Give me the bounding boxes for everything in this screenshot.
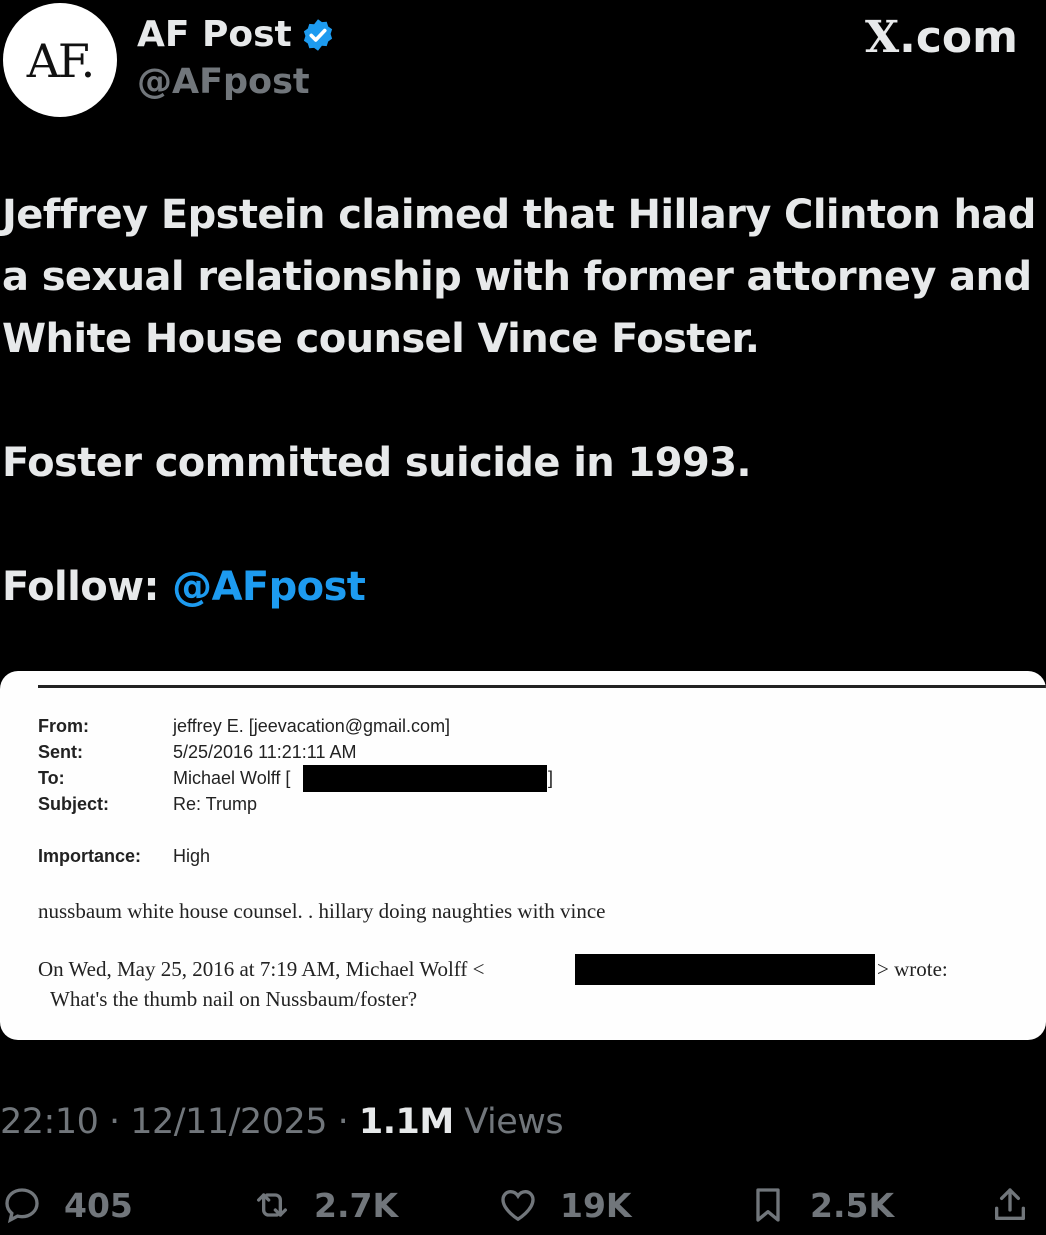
from-label: From:: [38, 716, 89, 736]
post-follow-line: Follow: @AFpost: [2, 556, 1042, 618]
redaction-bar-quote: [575, 954, 875, 985]
views-count: 1.1M: [358, 1102, 454, 1142]
avatar-logo-text: AF.: [26, 34, 96, 88]
quote-header-prefix: On Wed, May 25, 2016 at 7:19 AM, Michael…: [38, 957, 485, 981]
follow-mention-link[interactable]: @AFpost: [172, 564, 366, 610]
share-icon: [995, 1188, 1025, 1220]
subject-label: Subject:: [38, 794, 110, 814]
repost-count: 2.7K: [314, 1185, 399, 1225]
quote-header-suffix: > wrote:: [877, 957, 948, 981]
attached-email-image[interactable]: From: jeffrey E. [jeevacation@gmail.com]…: [0, 671, 1046, 1040]
bookmark-icon: [756, 1188, 780, 1222]
bookmark-count: 2.5K: [810, 1185, 895, 1225]
post-time[interactable]: 22:10: [0, 1102, 99, 1142]
reply-count: 405: [64, 1185, 133, 1225]
verified-badge-icon: [303, 18, 332, 51]
like-count: 19K: [560, 1185, 632, 1225]
sent-value: 5/25/2016 11:21:11 AM: [173, 742, 357, 762]
share-button[interactable]: [990, 1185, 1030, 1225]
post-paragraph-2: Foster committed suicide in 1993.: [2, 440, 752, 486]
author-name-row[interactable]: AF Post: [137, 14, 336, 55]
importance-value: High: [173, 846, 211, 866]
action-bar: 405 2.7K 19K 2.5K: [0, 1185, 1046, 1235]
follow-label: Follow:: [2, 564, 159, 610]
post-meta: 22:10 · 12/11/2025 · 1.1M Views: [0, 1102, 564, 1142]
author-handle[interactable]: @AFpost: [137, 62, 310, 102]
repost-button[interactable]: 2.7K: [252, 1185, 398, 1225]
quote-text: What's the thumb nail on Nussbaum/foster…: [50, 987, 418, 1011]
meta-separator: ·: [327, 1102, 359, 1142]
bookmark-button[interactable]: 2.5K: [748, 1185, 894, 1225]
like-button[interactable]: 19K: [498, 1185, 632, 1225]
like-icon: [501, 1189, 535, 1222]
to-value: Michael Wolff [: [173, 768, 291, 788]
post-body: Jeffrey Epstein claimed that Hillary Cli…: [2, 184, 1042, 618]
to-label: To:: [38, 768, 65, 788]
reply-button[interactable]: 405: [2, 1185, 133, 1225]
meta-separator: ·: [98, 1102, 131, 1142]
x-logo-text: X: [864, 12, 900, 63]
views-label: Views: [453, 1102, 564, 1142]
sent-label: Sent:: [38, 742, 83, 762]
subject-value: Re: Trump: [173, 794, 258, 814]
importance-label: Importance:: [38, 846, 142, 866]
post-date[interactable]: 12/11/2025: [130, 1102, 327, 1142]
redaction-bar-to: [303, 765, 547, 792]
repost-icon: [257, 1193, 287, 1217]
email-header-rule: [38, 685, 1046, 688]
to-close-bracket: ]: [548, 768, 554, 788]
email-body-line: nussbaum white house counsel. . hillary …: [38, 899, 606, 923]
site-label: X.com: [865, 12, 1018, 63]
display-name[interactable]: AF Post: [137, 14, 292, 55]
reply-icon: [5, 1188, 39, 1224]
from-value: jeffrey E. [jeevacation@gmail.com]: [173, 716, 451, 736]
avatar[interactable]: AF.: [3, 3, 117, 117]
site-domain-text: .com: [899, 12, 1018, 63]
post-paragraph-1: Jeffrey Epstein claimed that Hillary Cli…: [2, 192, 1036, 362]
